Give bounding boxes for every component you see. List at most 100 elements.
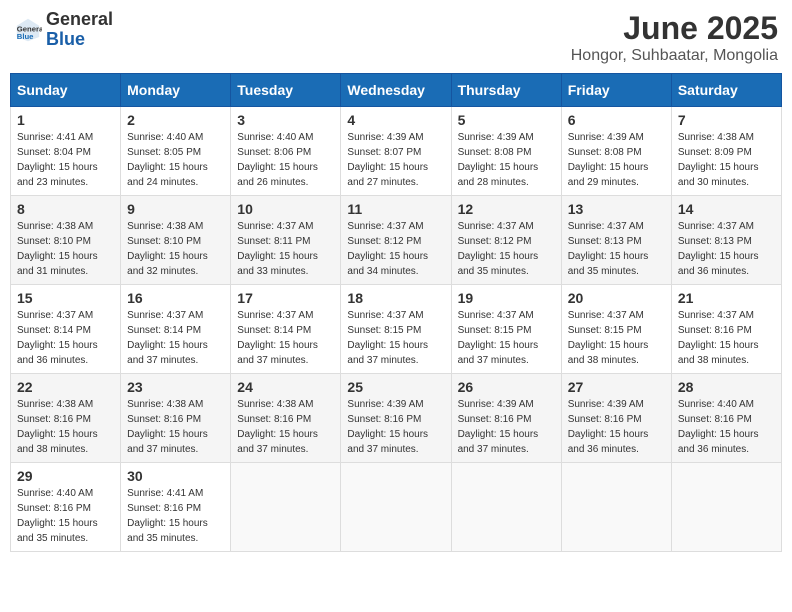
calendar-cell: 6Sunrise: 4:39 AMSunset: 8:08 PMDaylight…	[561, 107, 671, 196]
day-info: Sunrise: 4:37 AMSunset: 8:14 PMDaylight:…	[127, 308, 224, 368]
day-header-saturday: Saturday	[671, 74, 781, 107]
day-info: Sunrise: 4:39 AMSunset: 8:16 PMDaylight:…	[568, 397, 665, 457]
day-info: Sunrise: 4:38 AMSunset: 8:10 PMDaylight:…	[17, 219, 114, 279]
calendar-cell: 5 Sunrise: 4:39 AMSunset: 8:08 PMDaylight…	[451, 107, 561, 196]
day-info: Sunrise: 4:40 AMSunset: 8:16 PMDaylight:…	[17, 486, 114, 546]
day-number: 30	[127, 468, 224, 484]
day-number: 17	[237, 290, 334, 306]
day-header-monday: Monday	[121, 74, 231, 107]
day-number: 4	[347, 112, 444, 128]
calendar-cell	[231, 463, 341, 552]
calendar-week-1: 1 Sunrise: 4:41 AMSunset: 8:04 PMDaylight…	[11, 107, 782, 196]
calendar-week-2: 8 Sunrise: 4:38 AMSunset: 8:10 PMDaylight…	[11, 196, 782, 285]
day-info: Sunrise: 4:37 AMSunset: 8:14 PMDaylight:…	[17, 308, 114, 368]
calendar-cell: 1 Sunrise: 4:41 AMSunset: 8:04 PMDaylight…	[11, 107, 121, 196]
day-number: 12	[458, 201, 555, 217]
day-info: Sunrise: 4:37 AMSunset: 8:11 PMDaylight:…	[237, 219, 334, 279]
calendar-cell: 19Sunrise: 4:37 AMSunset: 8:15 PMDayligh…	[451, 285, 561, 374]
calendar-cell: 10 Sunrise: 4:37 AMSunset: 8:11 PMDayligh…	[231, 196, 341, 285]
day-header-sunday: Sunday	[11, 74, 121, 107]
day-info: Sunrise: 4:38 AMSunset: 8:16 PMDaylight:…	[127, 397, 224, 457]
calendar-cell: 16 Sunrise: 4:37 AMSunset: 8:14 PMDayligh…	[121, 285, 231, 374]
day-info: Sunrise: 4:39 AMSunset: 8:08 PMDaylight:…	[568, 130, 665, 190]
calendar-cell: 21Sunrise: 4:37 AMSunset: 8:16 PMDayligh…	[671, 285, 781, 374]
day-number: 29	[17, 468, 114, 484]
calendar-cell: 25 Sunrise: 4:39 AMSunset: 8:16 PMDayligh…	[341, 374, 451, 463]
calendar-cell: 29 Sunrise: 4:40 AMSunset: 8:16 PMDayligh…	[11, 463, 121, 552]
day-number: 13	[568, 201, 665, 217]
day-header-tuesday: Tuesday	[231, 74, 341, 107]
day-info: Sunrise: 4:40 AMSunset: 8:05 PMDaylight:…	[127, 130, 224, 190]
calendar-cell: 9Sunrise: 4:38 AMSunset: 8:10 PMDaylight…	[121, 196, 231, 285]
logo-general-text: General	[46, 10, 113, 30]
day-number: 5	[458, 112, 555, 128]
day-number: 1	[17, 112, 114, 128]
calendar-cell: 12 Sunrise: 4:37 AMSunset: 8:12 PMDayligh…	[451, 196, 561, 285]
calendar-cell: 28 Sunrise: 4:40 AMSunset: 8:16 PMDayligh…	[671, 374, 781, 463]
day-info: Sunrise: 4:37 AMSunset: 8:12 PMDaylight:…	[458, 219, 555, 279]
day-number: 26	[458, 379, 555, 395]
calendar-cell: 24Sunrise: 4:38 AMSunset: 8:16 PMDayligh…	[231, 374, 341, 463]
day-info: Sunrise: 4:40 AMSunset: 8:16 PMDaylight:…	[678, 397, 775, 457]
day-number: 15	[17, 290, 114, 306]
day-header-wednesday: Wednesday	[341, 74, 451, 107]
day-info: Sunrise: 4:39 AMSunset: 8:16 PMDaylight:…	[347, 397, 444, 457]
calendar-cell: 3 Sunrise: 4:40 AMSunset: 8:06 PMDaylight…	[231, 107, 341, 196]
day-number: 10	[237, 201, 334, 217]
header-row: SundayMondayTuesdayWednesdayThursdayFrid…	[11, 74, 782, 107]
day-number: 2	[127, 112, 224, 128]
calendar-cell: 17 Sunrise: 4:37 AMSunset: 8:14 PMDayligh…	[231, 285, 341, 374]
calendar-table: SundayMondayTuesdayWednesdayThursdayFrid…	[10, 73, 782, 552]
logo-icon: General Blue	[14, 16, 42, 44]
calendar-cell: 22 Sunrise: 4:38 AMSunset: 8:16 PMDayligh…	[11, 374, 121, 463]
day-number: 27	[568, 379, 665, 395]
day-number: 3	[237, 112, 334, 128]
day-info: Sunrise: 4:40 AMSunset: 8:06 PMDaylight:…	[237, 130, 334, 190]
calendar-cell: 18Sunrise: 4:37 AMSunset: 8:15 PMDayligh…	[341, 285, 451, 374]
logo: General Blue General Blue	[14, 10, 113, 50]
main-title: June 2025	[571, 10, 778, 47]
day-header-thursday: Thursday	[451, 74, 561, 107]
day-info: Sunrise: 4:38 AMSunset: 8:09 PMDaylight:…	[678, 130, 775, 190]
day-number: 14	[678, 201, 775, 217]
calendar-cell: 14 Sunrise: 4:37 AMSunset: 8:13 PMDayligh…	[671, 196, 781, 285]
subtitle: Hongor, Suhbaatar, Mongolia	[571, 47, 778, 65]
day-info: Sunrise: 4:41 AMSunset: 8:04 PMDaylight:…	[17, 130, 114, 190]
day-number: 23	[127, 379, 224, 395]
calendar-cell: 4 Sunrise: 4:39 AMSunset: 8:07 PMDaylight…	[341, 107, 451, 196]
day-info: Sunrise: 4:37 AMSunset: 8:12 PMDaylight:…	[347, 219, 444, 279]
logo-blue-text: Blue	[46, 30, 113, 50]
day-number: 8	[17, 201, 114, 217]
day-info: Sunrise: 4:39 AMSunset: 8:08 PMDaylight:…	[458, 130, 555, 190]
day-info: Sunrise: 4:37 AMSunset: 8:15 PMDaylight:…	[458, 308, 555, 368]
day-number: 28	[678, 379, 775, 395]
calendar-week-3: 15 Sunrise: 4:37 AMSunset: 8:14 PMDayligh…	[11, 285, 782, 374]
calendar-cell	[561, 463, 671, 552]
calendar-cell: 15 Sunrise: 4:37 AMSunset: 8:14 PMDayligh…	[11, 285, 121, 374]
calendar-cell: 11Sunrise: 4:37 AMSunset: 8:12 PMDayligh…	[341, 196, 451, 285]
calendar-cell: 27 Sunrise: 4:39 AMSunset: 8:16 PMDayligh…	[561, 374, 671, 463]
day-info: Sunrise: 4:37 AMSunset: 8:13 PMDaylight:…	[678, 219, 775, 279]
day-info: Sunrise: 4:37 AMSunset: 8:14 PMDaylight:…	[237, 308, 334, 368]
day-info: Sunrise: 4:38 AMSunset: 8:10 PMDaylight:…	[127, 219, 224, 279]
day-info: Sunrise: 4:38 AMSunset: 8:16 PMDaylight:…	[17, 397, 114, 457]
day-info: Sunrise: 4:39 AMSunset: 8:07 PMDaylight:…	[347, 130, 444, 190]
day-number: 20	[568, 290, 665, 306]
calendar-cell: 2 Sunrise: 4:40 AMSunset: 8:05 PMDaylight…	[121, 107, 231, 196]
day-info: Sunrise: 4:38 AMSunset: 8:16 PMDaylight:…	[237, 397, 334, 457]
svg-text:Blue: Blue	[17, 32, 34, 41]
day-info: Sunrise: 4:37 AMSunset: 8:13 PMDaylight:…	[568, 219, 665, 279]
day-header-friday: Friday	[561, 74, 671, 107]
calendar-cell	[341, 463, 451, 552]
calendar-cell	[671, 463, 781, 552]
calendar-header: SundayMondayTuesdayWednesdayThursdayFrid…	[11, 74, 782, 107]
calendar-cell: 20Sunrise: 4:37 AMSunset: 8:15 PMDayligh…	[561, 285, 671, 374]
day-number: 22	[17, 379, 114, 395]
day-number: 16	[127, 290, 224, 306]
day-number: 25	[347, 379, 444, 395]
day-info: Sunrise: 4:41 AMSunset: 8:16 PMDaylight:…	[127, 486, 224, 546]
day-number: 7	[678, 112, 775, 128]
calendar-cell: 23 Sunrise: 4:38 AMSunset: 8:16 PMDayligh…	[121, 374, 231, 463]
day-info: Sunrise: 4:37 AMSunset: 8:15 PMDaylight:…	[347, 308, 444, 368]
calendar-cell: 7 Sunrise: 4:38 AMSunset: 8:09 PMDaylight…	[671, 107, 781, 196]
